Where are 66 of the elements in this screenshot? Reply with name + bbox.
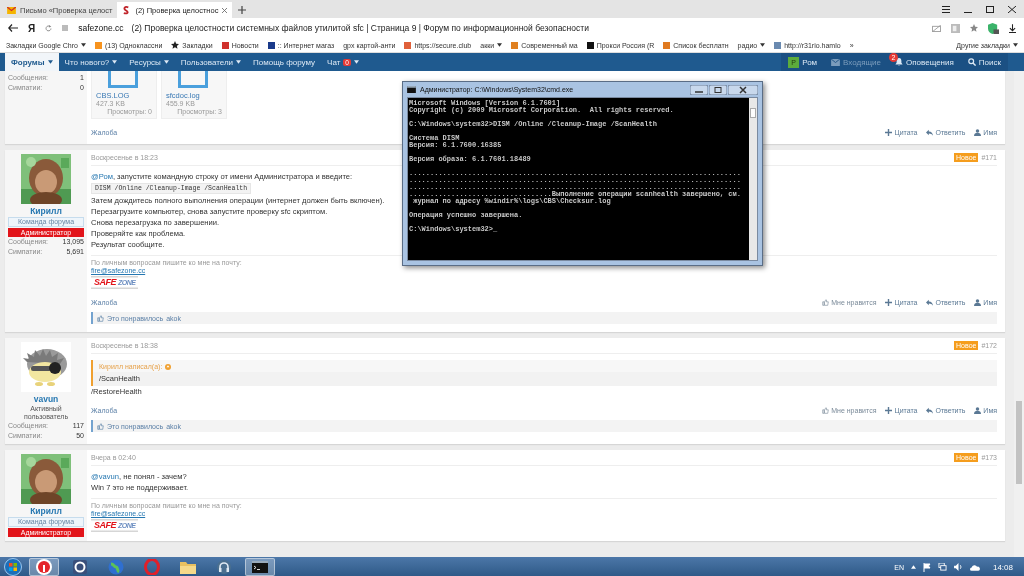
- thumbs-up-icon: [822, 299, 830, 306]
- envelope-icon: [831, 58, 841, 66]
- browser-icon: [36, 559, 52, 575]
- caret-icon: [1013, 43, 1018, 47]
- taskbar-button[interactable]: [245, 558, 275, 576]
- person-icon: [974, 299, 982, 306]
- caret-up-icon[interactable]: [910, 565, 916, 569]
- browser-logo[interactable]: Я: [28, 22, 36, 34]
- cloud-icon[interactable]: [969, 563, 980, 571]
- envelope-icon: [7, 6, 16, 14]
- star-icon[interactable]: [970, 24, 978, 32]
- console-icon: [407, 86, 416, 93]
- close-icon[interactable]: [1008, 5, 1016, 13]
- search-icon: [967, 58, 976, 66]
- search-link[interactable]: Поиск: [960, 53, 1008, 71]
- reload-icon[interactable]: [45, 24, 53, 32]
- clock[interactable]: 14:08: [992, 562, 1013, 572]
- reply-arrow-icon: [926, 407, 934, 414]
- headset-icon: [216, 559, 232, 575]
- nav-tab[interactable]: Форумы: [5, 53, 59, 71]
- thumbs-up-icon: [97, 422, 104, 430]
- shield-icon[interactable]: [988, 22, 999, 34]
- file-icon: [108, 71, 138, 88]
- author-name[interactable]: Кирилл: [30, 206, 62, 216]
- ring-icon: [144, 559, 160, 575]
- camera-off-icon[interactable]: [932, 24, 941, 32]
- plus-icon: [885, 299, 893, 306]
- bell-icon: [895, 58, 904, 66]
- flag-icon[interactable]: [922, 562, 931, 572]
- terminal-icon: [252, 559, 268, 575]
- nav-tab[interactable]: Помощь форуму: [247, 53, 322, 71]
- author-name[interactable]: Кирилл: [30, 506, 62, 516]
- maximize-icon[interactable]: [986, 5, 994, 13]
- page-title: (2) Проверка целостности системных файлов утилитой sfc | Страница 9 | Форум по информационной безопасности: [131, 23, 589, 33]
- reply-arrow-icon: [926, 129, 934, 136]
- person-icon: [974, 407, 982, 414]
- thumbs-up-icon: [97, 314, 104, 322]
- nav-tab[interactable]: Ресурсы: [123, 53, 175, 71]
- site-icon: [122, 5, 132, 15]
- plus-icon[interactable]: [238, 6, 247, 14]
- maximize-icon[interactable]: [709, 84, 727, 95]
- caret-icon: [80, 43, 86, 47]
- speaker-icon[interactable]: [953, 563, 963, 571]
- caret-icon: [760, 43, 766, 47]
- caret-icon: [497, 43, 503, 47]
- network-icon[interactable]: [937, 563, 947, 571]
- globe-icon: [108, 559, 124, 575]
- nav-tab[interactable]: Что нового?: [58, 53, 124, 71]
- close-icon[interactable]: [728, 84, 758, 95]
- plus-icon: [885, 129, 893, 136]
- scrollbar[interactable]: [1014, 71, 1024, 557]
- author-name[interactable]: vavun: [33, 394, 59, 404]
- person-icon: [974, 129, 982, 136]
- plus-icon: [885, 407, 893, 414]
- start-button[interactable]: [3, 558, 23, 576]
- download-icon[interactable]: [1009, 23, 1016, 33]
- reply-arrow-icon: [926, 299, 934, 306]
- star-icon: [171, 41, 180, 49]
- url-domain[interactable]: safezone.cc: [78, 23, 124, 33]
- back-arrow-icon[interactable]: [8, 24, 18, 32]
- folder-icon: [180, 559, 196, 575]
- nav-tab[interactable]: Пользователи: [174, 53, 248, 71]
- thumbs-up-icon: [822, 407, 830, 414]
- scrollbar[interactable]: [749, 98, 757, 260]
- menu-icon[interactable]: [942, 5, 950, 13]
- file-icon: [178, 71, 208, 88]
